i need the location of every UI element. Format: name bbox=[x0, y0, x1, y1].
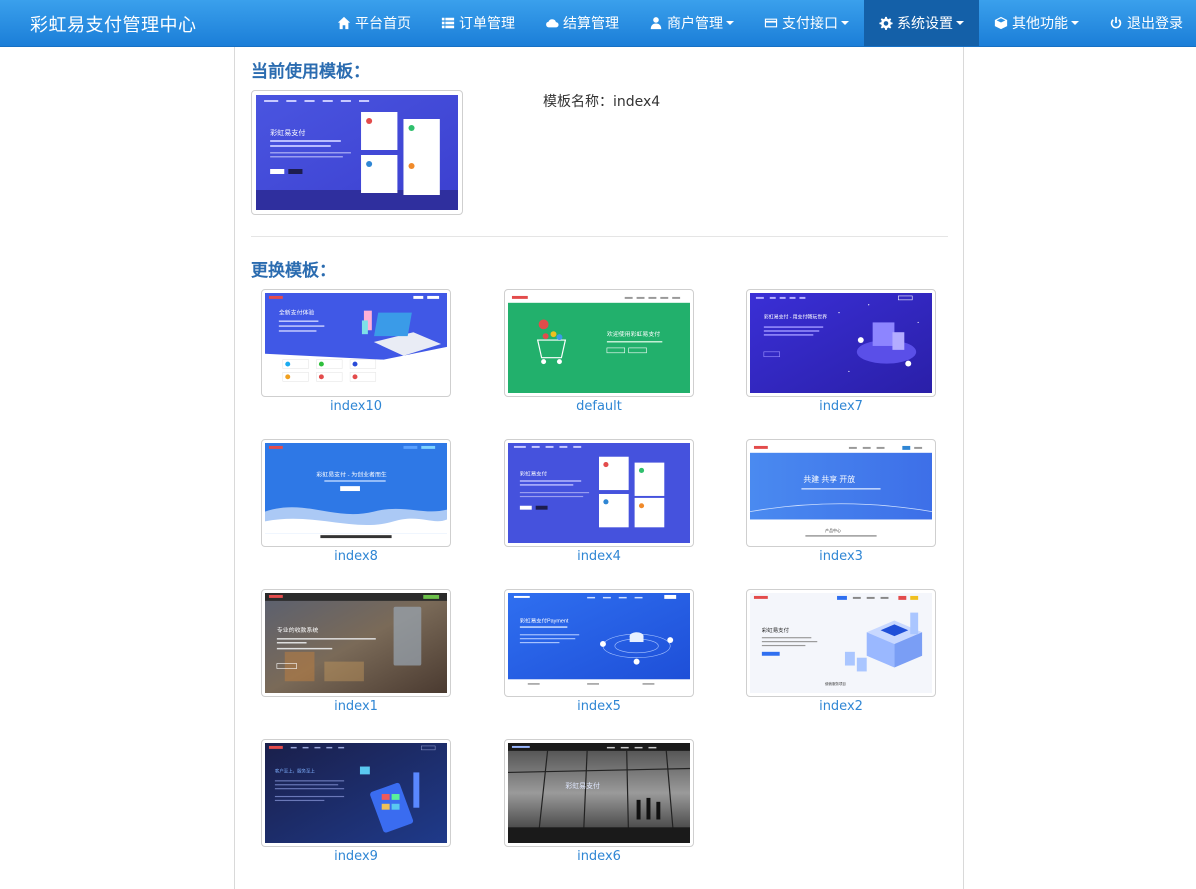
user-icon bbox=[649, 16, 663, 30]
index3-preview-image: 共建 共享 开放 产品中心 bbox=[750, 443, 932, 543]
nav-merchants[interactable]: 商户管理 bbox=[634, 0, 749, 46]
cube-icon bbox=[994, 16, 1008, 30]
nav-payment-api-label: 支付接口 bbox=[782, 16, 838, 32]
index8-preview-image: 彩虹易支付 - 为创业者而生 bbox=[265, 443, 447, 543]
default-preview-title: 欢迎使用彩虹易支付 bbox=[607, 330, 660, 338]
index7-preview-title: 彩虹易支付 - 用支付畅玩世界 bbox=[764, 314, 827, 321]
template-option-index9[interactable]: 客户至上，服务至上 index9 bbox=[261, 739, 451, 864]
nav-merchants-label: 商户管理 bbox=[667, 16, 723, 32]
nav-system-settings[interactable]: 系统设置 bbox=[864, 0, 979, 46]
index2-preview-image: 彩虹易支付 使我服务项目 bbox=[750, 593, 932, 693]
template-option-index6[interactable]: 彩虹易支付 index6 bbox=[504, 739, 694, 864]
index1-preview-image: 专业的收款系统 bbox=[265, 593, 447, 693]
nav-settlement[interactable]: 结算管理 bbox=[530, 0, 634, 46]
index2-preview-footer: 使我服务项目 bbox=[825, 681, 846, 686]
nav-orders-label: 订单管理 bbox=[459, 16, 515, 32]
main-content: 当前使用模板： 彩虹易支付 模板名称：index4 更换模板： 全新支付体验 i… bbox=[234, 47, 964, 889]
cloud-icon bbox=[545, 16, 559, 30]
chevron-down-icon bbox=[1071, 21, 1079, 25]
index3-preview-title: 共建 共享 开放 bbox=[803, 474, 855, 484]
index1-preview-title: 专业的收款系统 bbox=[277, 626, 319, 634]
template-option-index7[interactable]: 彩虹易支付 - 用支付畅玩世界 index7 bbox=[746, 289, 936, 414]
template-option-index3[interactable]: 共建 共享 开放 产品中心 index3 bbox=[746, 439, 936, 564]
template-label-default[interactable]: default bbox=[504, 399, 694, 414]
section-divider bbox=[251, 236, 948, 237]
index10-preview-title: 全新支付体验 bbox=[279, 309, 315, 317]
template-label-index7[interactable]: index7 bbox=[746, 399, 936, 414]
template-option-index5[interactable]: 彩虹易支付Payment index5 bbox=[504, 589, 694, 714]
template-option-index8[interactable]: 彩虹易支付 - 为创业者而生 index8 bbox=[261, 439, 451, 564]
index10-preview-image: 全新支付体验 bbox=[265, 293, 447, 393]
template-label-index2[interactable]: index2 bbox=[746, 699, 936, 714]
current-template-heading: 当前使用模板： bbox=[251, 62, 370, 82]
template-option-index4[interactable]: 彩虹易支付 index4 bbox=[504, 439, 694, 564]
template-label-index4[interactable]: index4 bbox=[504, 549, 694, 564]
index4-thumb-image: 彩虹易支付 bbox=[508, 443, 690, 543]
current-template-name: 模板名称：index4 bbox=[543, 94, 661, 110]
index2-preview-title: 彩虹易支付 bbox=[762, 626, 790, 634]
nav-payment-api[interactable]: 支付接口 bbox=[749, 0, 864, 46]
template-label-index3[interactable]: index3 bbox=[746, 549, 936, 564]
power-icon bbox=[1109, 16, 1123, 30]
template-option-index2[interactable]: 彩虹易支付 使我服务项目 index2 bbox=[746, 589, 936, 714]
nav-system-settings-label: 系统设置 bbox=[897, 16, 953, 32]
nav-logout-label: 退出登录 bbox=[1127, 16, 1183, 32]
index4-preview-title: 彩虹易支付 bbox=[270, 128, 305, 137]
current-template-thumbnail: 彩虹易支付 bbox=[251, 90, 463, 215]
template-label-index5[interactable]: index5 bbox=[504, 699, 694, 714]
brand-title[interactable]: 彩虹易支付管理中心 bbox=[30, 11, 197, 37]
nav-orders[interactable]: 订单管理 bbox=[426, 0, 530, 46]
index5-preview-title: 彩虹易支付Payment bbox=[520, 616, 569, 624]
index4-thumb-title: 彩虹易支付 bbox=[520, 469, 548, 477]
top-navbar: 彩虹易支付管理中心 平台首页 订单管理 结算管理 商户管理 支付接口 系统设置 bbox=[0, 0, 1196, 47]
index3-preview-footer: 产品中心 bbox=[825, 528, 841, 533]
nav-other-functions-label: 其他功能 bbox=[1012, 16, 1068, 32]
template-label-index10[interactable]: index10 bbox=[261, 399, 451, 414]
index9-preview-image: 客户至上，服务至上 bbox=[265, 743, 447, 843]
template-label-index8[interactable]: index8 bbox=[261, 549, 451, 564]
credit-card-icon bbox=[764, 16, 778, 30]
template-label-index1[interactable]: index1 bbox=[261, 699, 451, 714]
nav-home-label: 平台首页 bbox=[355, 16, 411, 32]
index4-preview-image: 彩虹易支付 bbox=[256, 95, 458, 210]
index9-preview-title: 客户至上，服务至上 bbox=[275, 767, 316, 774]
nav-home[interactable]: 平台首页 bbox=[322, 0, 426, 46]
gear-icon bbox=[879, 16, 893, 30]
nav-other-functions[interactable]: 其他功能 bbox=[979, 0, 1094, 46]
index7-preview-image: 彩虹易支付 - 用支付畅玩世界 bbox=[750, 293, 932, 393]
index6-preview-image: 彩虹易支付 bbox=[508, 743, 690, 843]
nav-logout[interactable]: 退出登录 bbox=[1094, 0, 1196, 46]
change-template-heading: 更换模板： bbox=[251, 261, 336, 281]
nav-settlement-label: 结算管理 bbox=[563, 16, 619, 32]
default-preview-image: 欢迎使用彩虹易支付 bbox=[508, 293, 690, 393]
chevron-down-icon bbox=[726, 21, 734, 25]
chevron-down-icon bbox=[841, 21, 849, 25]
template-option-index10[interactable]: 全新支付体验 index10 bbox=[261, 289, 451, 414]
chevron-down-icon bbox=[956, 21, 964, 25]
main-nav: 平台首页 订单管理 结算管理 商户管理 支付接口 系统设置 其他功能 退出登录 bbox=[322, 0, 1196, 46]
template-option-default[interactable]: 欢迎使用彩虹易支付 default bbox=[504, 289, 694, 414]
index6-preview-title: 彩虹易支付 bbox=[565, 781, 600, 790]
home-icon bbox=[337, 16, 351, 30]
list-icon bbox=[441, 16, 455, 30]
index8-preview-title: 彩虹易支付 - 为创业者而生 bbox=[316, 470, 386, 478]
template-label-index9[interactable]: index9 bbox=[261, 849, 451, 864]
template-label-index6[interactable]: index6 bbox=[504, 849, 694, 864]
template-option-index1[interactable]: 专业的收款系统 index1 bbox=[261, 589, 451, 714]
index5-preview-image: 彩虹易支付Payment bbox=[508, 593, 690, 693]
